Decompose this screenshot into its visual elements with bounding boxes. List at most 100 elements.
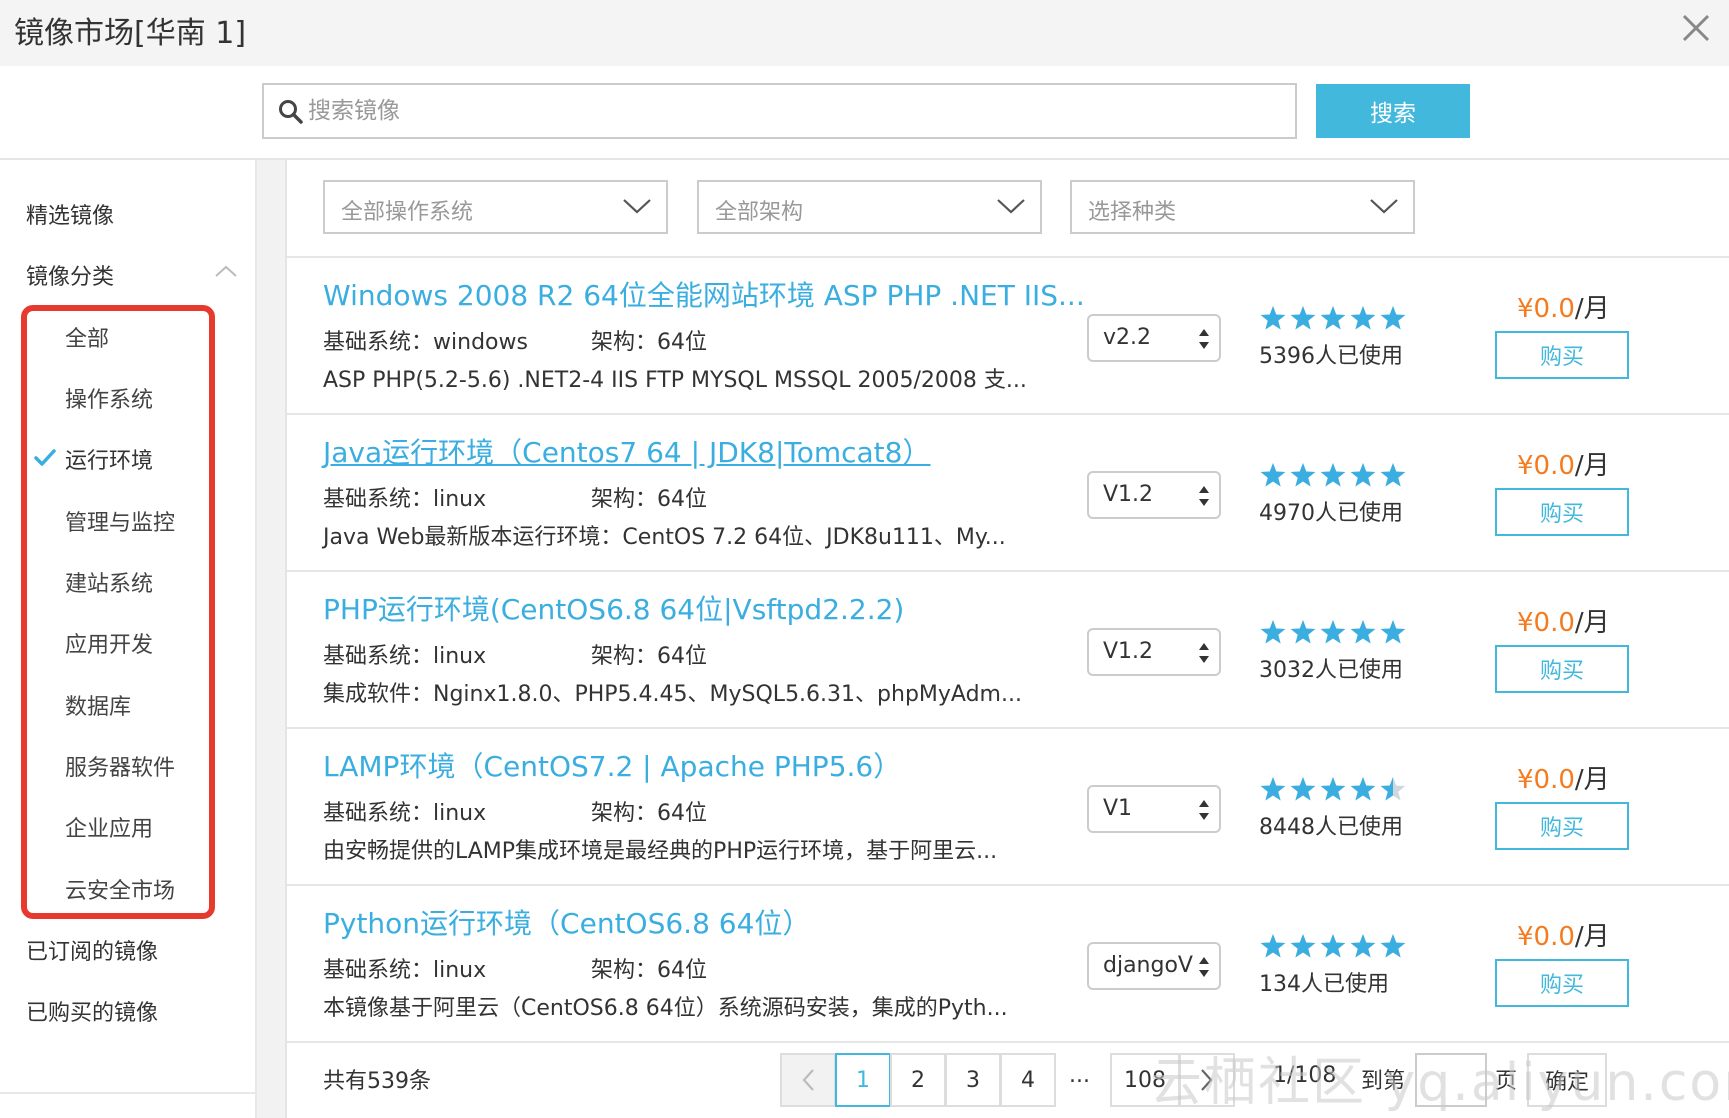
version-value: v2.2 <box>1103 325 1152 350</box>
image-description: Java Web最新版本运行环境：CentOS 7.2 64位、JDK8u111… <box>323 525 1006 550</box>
base-system: 基础系统：windows <box>323 330 528 355</box>
version-select[interactable]: v2.2 <box>1087 314 1221 362</box>
page-button-2[interactable]: 2 <box>890 1053 946 1107</box>
page-button-last[interactable]: 108 <box>1110 1053 1180 1107</box>
star-icon <box>1350 777 1376 801</box>
sidebar-subitem-database[interactable]: 数据库 <box>65 689 131 721</box>
updown-arrows-icon <box>1199 329 1209 349</box>
list-item: Python运行环境（CentOS6.8 64位） 基础系统：linux 架构：… <box>287 886 1729 1043</box>
buy-button[interactable]: 购买 <box>1495 488 1629 536</box>
image-title-link[interactable]: Windows 2008 R2 64位全能网站环境 ASP PHP .NET I… <box>323 274 1085 314</box>
type-filter-select[interactable]: 选择种类 <box>1070 180 1415 234</box>
rating-stars <box>1260 306 1406 330</box>
star-icon <box>1320 306 1346 330</box>
page-unit-label: 页 <box>1495 1069 1518 1094</box>
version-select[interactable]: djangoV <box>1087 942 1221 990</box>
chevron-down-icon <box>997 199 1025 214</box>
star-icon <box>1380 620 1406 644</box>
goto-label: 到第 <box>1361 1069 1406 1094</box>
image-title-link[interactable]: LAMP环境（CentOS7.2 | Apache PHP5.6） <box>323 745 901 785</box>
sidebar-subitem-os[interactable]: 操作系统 <box>65 382 153 414</box>
pagination: 共有539条 1 2 3 4 ... 108 1/108 到第 页 确定 <box>287 1043 1729 1118</box>
search-button[interactable]: 搜索 <box>1316 84 1470 138</box>
rating-stars <box>1260 777 1406 801</box>
star-icon <box>1260 306 1286 330</box>
usage-count: 3032人已使用 <box>1259 658 1404 683</box>
list-item: Windows 2008 R2 64位全能网站环境 ASP PHP .NET I… <box>287 258 1729 415</box>
base-system: 基础系统：linux <box>323 801 487 826</box>
star-icon <box>1350 306 1376 330</box>
usage-count: 4970人已使用 <box>1259 501 1404 526</box>
search-bar: 搜索 <box>0 66 1729 160</box>
version-value: V1.2 <box>1103 639 1154 664</box>
star-icon <box>1350 463 1376 487</box>
image-description: 本镜像基于阿里云（CentOS6.8 64位）系统源码安装，集成的Pyth... <box>323 996 1008 1021</box>
list-item: PHP运行环境(CentOS6.8 64位|Vsftpd2.2.2) 基础系统：… <box>287 572 1729 729</box>
price: ¥0.0/月 <box>1517 294 1610 324</box>
sidebar-item-featured[interactable]: 精选镜像 <box>26 198 114 230</box>
architecture: 架构：64位 <box>591 644 708 669</box>
list-item: LAMP环境（CentOS7.2 | Apache PHP5.6） 基础系统：l… <box>287 729 1729 886</box>
sidebar-subitem-dev[interactable]: 应用开发 <box>65 627 153 659</box>
star-icon <box>1290 620 1316 644</box>
buy-button[interactable]: 购买 <box>1495 959 1629 1007</box>
star-icon <box>1290 777 1316 801</box>
rating-stars <box>1260 620 1406 644</box>
sidebar-subitem-all[interactable]: 全部 <box>65 321 109 353</box>
sidebar-item-purchased[interactable]: 已购买的镜像 <box>26 995 158 1027</box>
search-box[interactable] <box>262 83 1297 139</box>
confirm-button[interactable]: 确定 <box>1527 1053 1607 1107</box>
close-icon[interactable] <box>1676 8 1716 48</box>
buy-button[interactable]: 购买 <box>1495 331 1629 379</box>
sidebar-subitem-enterprise[interactable]: 企业应用 <box>65 811 153 843</box>
image-title-link[interactable]: Java运行环境（Centos7 64 | JDK8|Tomcat8） <box>323 431 930 471</box>
arch-filter-label: 全部架构 <box>715 200 804 225</box>
page-button-4[interactable]: 4 <box>1000 1053 1056 1107</box>
page-button-1[interactable]: 1 <box>835 1053 891 1107</box>
prev-page-button[interactable] <box>780 1053 836 1107</box>
sidebar-subitem-runtime[interactable]: 运行环境 <box>65 443 153 475</box>
version-select[interactable]: V1.2 <box>1087 471 1221 519</box>
dialog-title: 镜像市场[华南 1] <box>14 16 247 51</box>
sidebar-subitem-monitoring[interactable]: 管理与监控 <box>65 505 175 537</box>
image-title-link[interactable]: PHP运行环境(CentOS6.8 64位|Vsftpd2.2.2) <box>323 588 904 628</box>
total-count: 共有539条 <box>323 1069 431 1094</box>
base-system: 基础系统：linux <box>323 487 487 512</box>
price: ¥0.0/月 <box>1517 922 1610 952</box>
sidebar-subitem-cms[interactable]: 建站系统 <box>65 566 153 598</box>
chevron-down-icon <box>623 199 651 214</box>
image-description: 由安畅提供的LAMP集成环境是最经典的PHP运行环境，基于阿里云... <box>323 839 998 864</box>
search-input[interactable] <box>308 93 1268 129</box>
sidebar-divider-line <box>0 1092 257 1094</box>
next-page-button[interactable] <box>1179 1053 1235 1107</box>
buy-button[interactable]: 购买 <box>1495 802 1629 850</box>
usage-count: 8448人已使用 <box>1259 815 1404 840</box>
sidebar-subitem-server-software[interactable]: 服务器软件 <box>65 750 175 782</box>
chevron-up-icon[interactable] <box>214 264 238 278</box>
page-button-3[interactable]: 3 <box>945 1053 1001 1107</box>
dialog-header: 镜像市场[华南 1] <box>0 0 1729 66</box>
rating-stars <box>1260 463 1406 487</box>
updown-arrows-icon <box>1199 643 1209 663</box>
chevron-down-icon <box>1370 199 1398 214</box>
buy-button[interactable]: 购买 <box>1495 645 1629 693</box>
star-icon <box>1260 463 1286 487</box>
star-icon <box>1320 463 1346 487</box>
usage-count: 5396人已使用 <box>1259 344 1404 369</box>
star-icon <box>1350 620 1376 644</box>
version-select[interactable]: V1.2 <box>1087 628 1221 676</box>
usage-count: 134人已使用 <box>1259 972 1390 997</box>
image-title-link[interactable]: Python运行环境（CentOS6.8 64位） <box>323 902 810 942</box>
version-value: djangoV <box>1103 953 1193 978</box>
goto-page-input[interactable] <box>1415 1053 1487 1107</box>
sidebar-item-category[interactable]: 镜像分类 <box>26 259 114 291</box>
sidebar-item-subscribed[interactable]: 已订阅的镜像 <box>26 934 158 966</box>
chevron-left-icon <box>802 1069 814 1091</box>
version-select[interactable]: V1 <box>1087 785 1221 833</box>
image-description: 集成软件：Nginx1.8.0、PHP5.4.45、MySQL5.6.31、ph… <box>323 682 1022 707</box>
sidebar-subitem-security[interactable]: 云安全市场 <box>65 873 175 905</box>
arch-filter-select[interactable]: 全部架构 <box>697 180 1042 234</box>
version-value: V1 <box>1103 796 1133 821</box>
os-filter-select[interactable]: 全部操作系统 <box>323 180 668 234</box>
base-system: 基础系统：linux <box>323 958 487 983</box>
